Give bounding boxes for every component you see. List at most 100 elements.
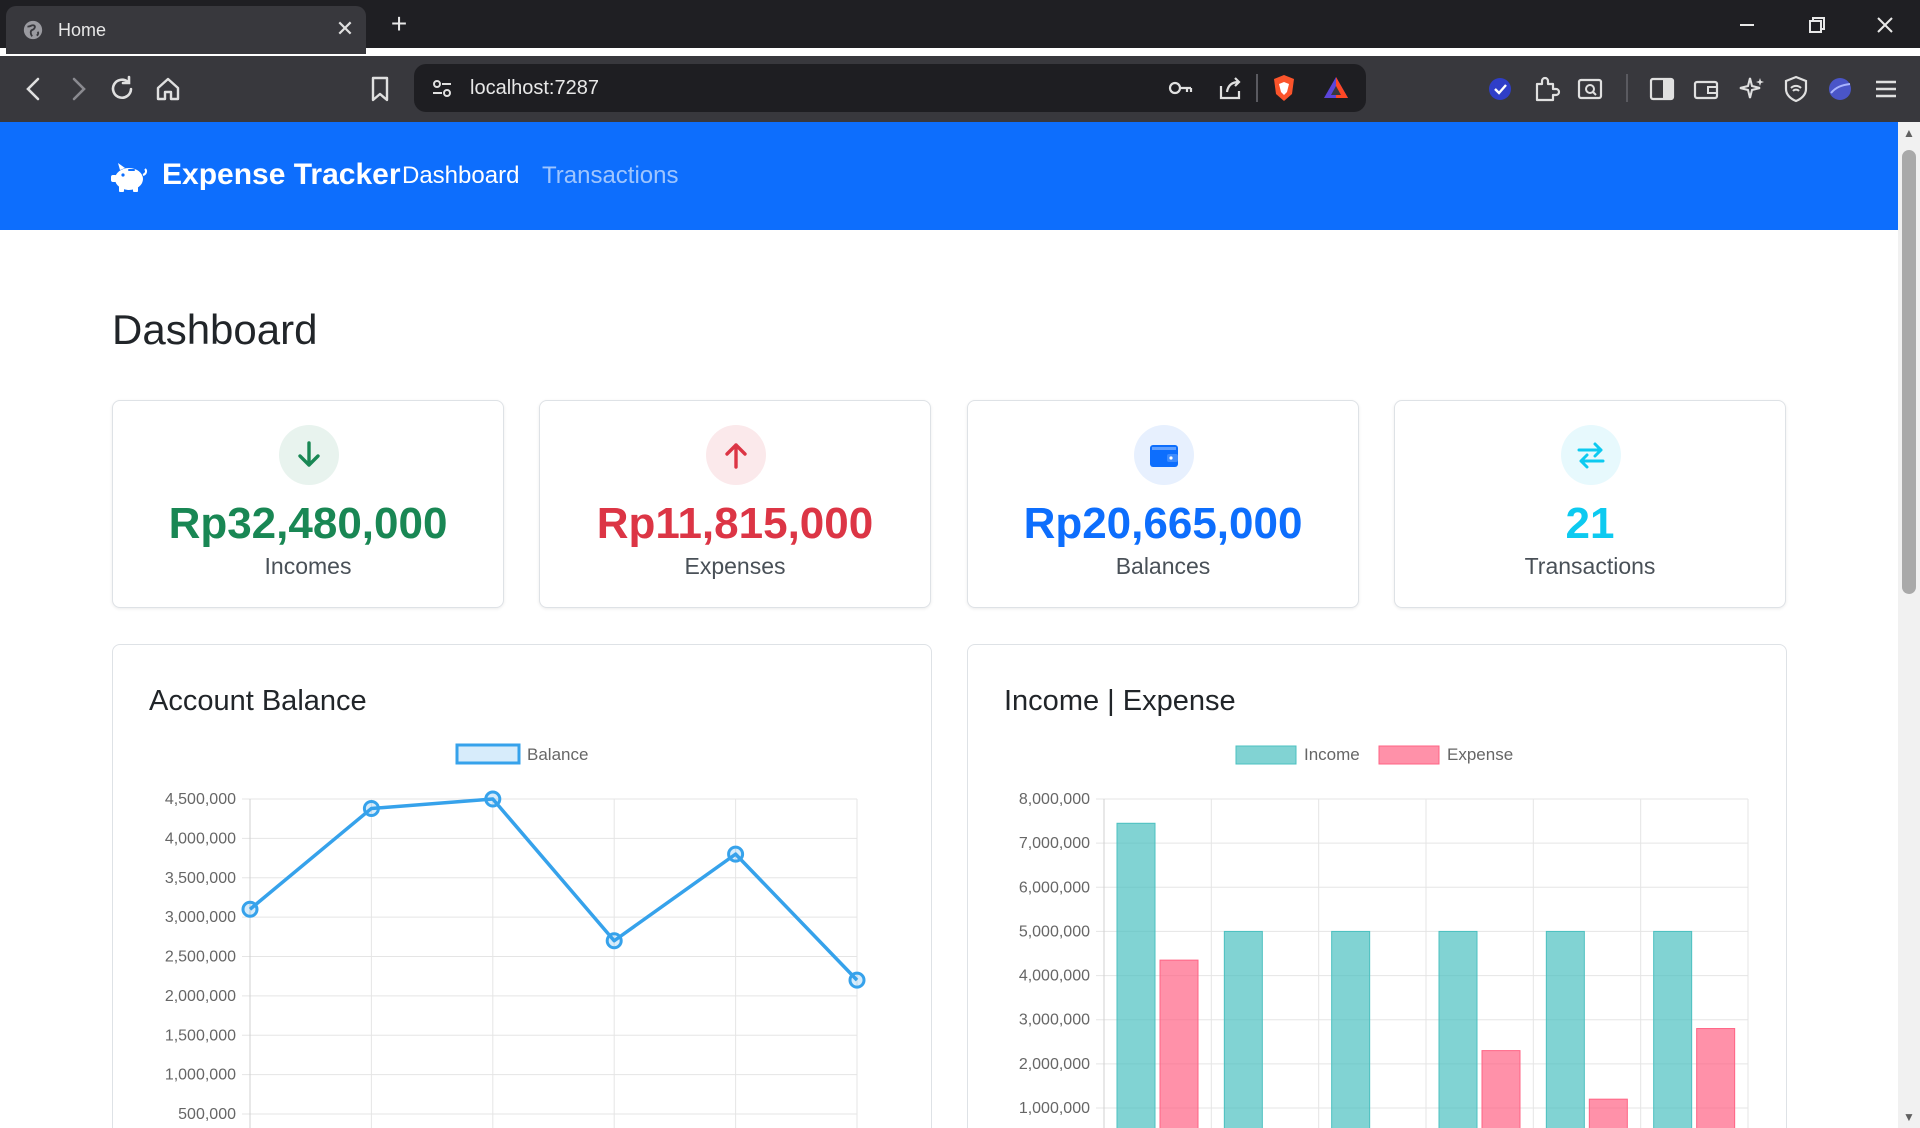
- legend-swatch-income: [1235, 745, 1297, 765]
- y-tick-label: 4,000,000: [1019, 968, 1090, 985]
- stat-icon-circle: [706, 425, 766, 485]
- y-tick-label: 4,500,000: [165, 791, 236, 808]
- brand-name[interactable]: Expense Tracker: [162, 158, 401, 192]
- expense-bar: [1481, 1050, 1521, 1128]
- income-expense-chart[interactable]: Income Expense 1,000,000 2,000,000 3,000,000…: [968, 645, 1788, 1128]
- reload-icon[interactable]: [106, 73, 138, 105]
- arrow-up-icon: [725, 443, 747, 469]
- balance-data-point: [484, 790, 502, 808]
- key-icon[interactable]: [1164, 72, 1196, 104]
- brave-shields-icon[interactable]: [1268, 72, 1300, 104]
- nav-link-transactions[interactable]: Transactions: [542, 162, 679, 190]
- address-text[interactable]: localhost:7287: [470, 77, 599, 100]
- browser-tab-bar: Home ✕ +: [0, 0, 1920, 54]
- tab-title: Home: [58, 20, 107, 40]
- new-tab-icon[interactable]: +: [384, 10, 414, 40]
- stat-icon-circle: [1134, 425, 1194, 485]
- account-balance-chart[interactable]: Balance 500,000 1,000,000 1,500,000 2,000,00…: [113, 645, 933, 1128]
- home-icon[interactable]: [152, 73, 184, 105]
- balance-data-point: [848, 971, 866, 989]
- y-tick-label: 4,000,000: [165, 830, 236, 847]
- legend-swatch-expense: [1378, 745, 1440, 765]
- swap-arrows-icon: [1577, 442, 1605, 469]
- y-tick-label: 3,500,000: [165, 870, 236, 887]
- screenshot-search-icon[interactable]: [1574, 73, 1606, 105]
- scroll-down-icon[interactable]: ▼: [1901, 1110, 1917, 1124]
- balance-data-point: [605, 932, 623, 950]
- y-tick-label: 2,000,000: [165, 988, 236, 1005]
- piggy-bank-icon: [111, 163, 148, 192]
- income-bar: [1438, 930, 1478, 1128]
- globe-icon: [23, 20, 43, 40]
- stat-value: Rp11,815,000: [596, 499, 874, 548]
- y-tick-label: 8,000,000: [1019, 791, 1090, 808]
- y-tick-label: 6,000,000: [1019, 879, 1090, 896]
- legend-swatch-balance: [455, 743, 521, 765]
- stat-label: Transactions: [1524, 553, 1656, 579]
- site-settings-icon[interactable]: [426, 72, 458, 104]
- balance-data-point: [727, 845, 745, 863]
- stat-label: Expenses: [684, 553, 786, 579]
- income-bar: [1331, 930, 1371, 1128]
- legend-label-balance: Balance: [527, 745, 588, 764]
- wallet-toolbar-icon[interactable]: [1690, 73, 1722, 105]
- page-viewport: Expense Tracker Dashboard Transactions D…: [0, 122, 1898, 1128]
- y-tick-label: 3,000,000: [1019, 1012, 1090, 1029]
- vpn-check-icon[interactable]: [1484, 73, 1516, 105]
- scrollbar-thumb[interactable]: [1902, 150, 1916, 594]
- scroll-up-icon[interactable]: ▲: [1901, 126, 1917, 140]
- menu-icon[interactable]: [1870, 73, 1902, 105]
- navbar: Expense Tracker Dashboard Transactions: [0, 122, 1898, 230]
- sidebar-icon[interactable]: [1646, 73, 1678, 105]
- stat-card-expenses: Rp11,815,000 Expenses: [539, 400, 931, 608]
- bookmark-icon[interactable]: [364, 73, 396, 105]
- y-tick-label: 5,000,000: [1019, 923, 1090, 940]
- profile-avatar-icon[interactable]: [1824, 73, 1856, 105]
- back-icon[interactable]: [18, 73, 50, 105]
- stat-label: Incomes: [264, 553, 352, 579]
- account-balance-card: Account Balance Balance 500,000 1,000,000 1…: [112, 644, 932, 1128]
- stat-icon-circle: [279, 425, 339, 485]
- browser-toolbar: localhost:7287: [0, 56, 1920, 122]
- stat-value: 21: [1565, 499, 1615, 548]
- stat-value: Rp32,480,000: [168, 499, 448, 548]
- y-tick-label: 500,000: [178, 1106, 236, 1123]
- forward-icon[interactable]: [62, 73, 94, 105]
- stat-icon-circle: [1561, 425, 1621, 485]
- y-tick-label: 1,000,000: [1019, 1100, 1090, 1117]
- y-tick-label: 2,500,000: [165, 949, 236, 966]
- expense-bar: [1159, 959, 1199, 1128]
- page-title: Dashboard: [112, 306, 318, 353]
- vpn-shield-icon[interactable]: [1780, 73, 1812, 105]
- legend-label-expense: Expense: [1447, 745, 1513, 764]
- stat-label: Balances: [1115, 553, 1211, 579]
- stat-card-transactions: 21 Transactions: [1394, 400, 1786, 608]
- y-tick-label: 1,000,000: [165, 1067, 236, 1084]
- income-expense-card: Income | Expense Income Expense 1,000,000 2…: [967, 644, 1787, 1128]
- y-tick-label: 7,000,000: [1019, 835, 1090, 852]
- restore-icon[interactable]: [1802, 10, 1832, 40]
- leo-ai-icon[interactable]: [1736, 73, 1768, 105]
- balance-data-point: [362, 799, 380, 817]
- close-tab-icon[interactable]: ✕: [332, 16, 358, 42]
- expense-bar: [1696, 1028, 1736, 1128]
- balance-data-point: [241, 900, 259, 918]
- y-tick-label: 1,500,000: [165, 1027, 236, 1044]
- income-bar: [1116, 822, 1156, 1128]
- balance-series-line: [248, 797, 859, 982]
- arrow-down-icon: [298, 441, 320, 467]
- share-icon[interactable]: [1214, 72, 1246, 104]
- expense-bar: [1588, 1098, 1628, 1128]
- income-bar: [1653, 930, 1693, 1128]
- minimize-icon[interactable]: [1732, 10, 1762, 40]
- brave-rewards-icon[interactable]: [1320, 72, 1352, 104]
- legend-label-income: Income: [1304, 745, 1360, 764]
- extensions-icon[interactable]: [1530, 73, 1562, 105]
- wallet-icon: [1150, 445, 1178, 467]
- close-window-icon[interactable]: [1870, 10, 1900, 40]
- y-tick-label: 3,000,000: [165, 909, 236, 926]
- nav-link-dashboard[interactable]: Dashboard: [402, 162, 519, 190]
- income-bar: [1223, 930, 1263, 1128]
- browser-tab[interactable]: Home ✕: [6, 6, 366, 54]
- address-bar[interactable]: localhost:7287: [414, 64, 1366, 112]
